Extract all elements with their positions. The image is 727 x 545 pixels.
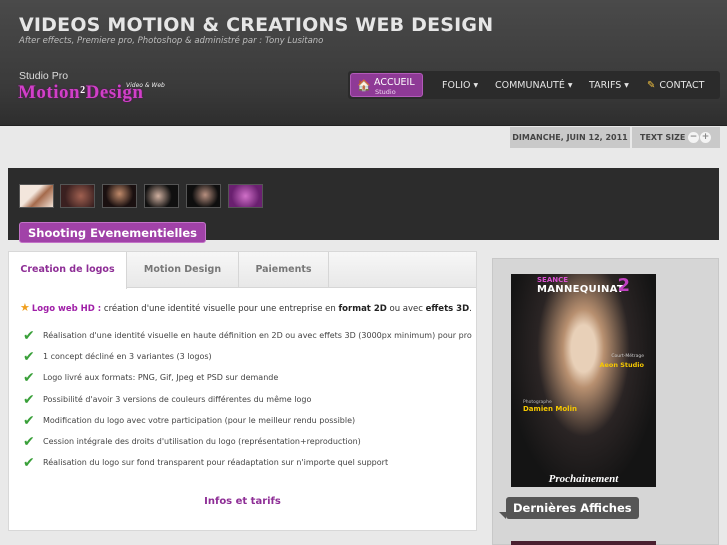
list-item: ✔ Logo livré aux formats: PNG, Gif, Jpeg … (23, 370, 279, 387)
feature-list: ✔ Réalisation d'une identité visuelle en … (23, 328, 473, 476)
nav-home-button[interactable]: 🏠 ACCUEIL Studio (350, 73, 423, 97)
text-size-control: TEXT SIZE − + (632, 127, 720, 148)
checkmark-icon: ✔ (23, 391, 35, 408)
poster-image[interactable]: SEANCE MANNEQUINAT 2 Court-Métrage Aeon … (511, 274, 656, 487)
next-poster-image[interactable] (511, 541, 656, 545)
tab-motion-design[interactable]: Motion Design (127, 252, 239, 288)
poster-seance: SEANCE (537, 276, 569, 284)
logo-studio-text: Studio Pro (19, 70, 69, 82)
tab-paiements[interactable]: Paiements (239, 252, 329, 288)
gallery-caption-badge: Shooting Evenementielles (19, 222, 207, 243)
caret-down-icon: ▼ (624, 82, 629, 89)
caret-down-icon: ▼ (473, 82, 479, 89)
photo-gallery: Shooting Evenementielles (8, 168, 719, 243)
list-item: ✔ 1 concept décliné en 3 variantes (3 log… (23, 349, 212, 366)
nav-item-contact[interactable]: ✎ CONTACT (647, 80, 704, 91)
intro-text: ★ Logo web HD : création d'une identité v… (20, 301, 472, 314)
site-subtitle: After effects, Premiere pro, Photoshop &… (19, 36, 324, 46)
list-item: ✔ Cession intégrale des droits d'utilisat… (23, 433, 361, 450)
logo-tagline: Video & Web (126, 82, 165, 89)
nav-item-communaute[interactable]: COMMUNAUTÉ ▼ (495, 80, 572, 91)
nav-item-tarifs[interactable]: TARIFS ▼ (589, 80, 629, 91)
caret-down-icon: ▼ (567, 82, 573, 89)
gallery-thumbnail[interactable] (60, 184, 95, 208)
current-date: DIMANCHE, JUIN 12, 2011 (510, 127, 630, 148)
text-size-label: TEXT SIZE (640, 133, 686, 142)
list-item: ✔ Réalisation du logo sur fond transparen… (23, 455, 389, 472)
text-size-increase-button[interactable]: + (700, 132, 711, 143)
sidebar-posters: SEANCE MANNEQUINAT 2 Court-Métrage Aeon … (492, 258, 719, 545)
checkmark-icon: ✔ (23, 455, 35, 472)
date-bar: DIMANCHE, JUIN 12, 2011 TEXT SIZE − + (0, 127, 727, 167)
poster-studio: Aeon Studio (599, 361, 644, 369)
checkmark-icon: ✔ (23, 370, 35, 387)
badge-pointer (499, 512, 506, 519)
poster-photographer: Damien Molin (523, 405, 577, 413)
gallery-thumbnail[interactable] (102, 184, 137, 208)
nav-item-folio[interactable]: FOLIO ▼ (442, 80, 478, 91)
checkmark-icon: ✔ (23, 349, 35, 366)
site-title[interactable]: VIDEOS MOTION & CREATIONS WEB DESIGN (19, 14, 493, 36)
poster-number: 2 (617, 275, 630, 296)
list-item: ✔ Réalisation d'une identité visuelle en … (23, 328, 472, 344)
main-nav: 🏠 ACCUEIL Studio FOLIO ▼ COMMUNAUTÉ ▼ TARI… (348, 71, 720, 99)
poster-court-metrage: Court-Métrage (611, 354, 644, 359)
list-item: ✔ Modification du logo avec votre partici… (23, 412, 356, 429)
nav-home-label: ACCUEIL (374, 77, 415, 88)
site-header: VIDEOS MOTION & CREATIONS WEB DESIGN Aft… (0, 0, 727, 126)
list-item: ✔ Possibilité d'avoir 3 versions de coule… (23, 391, 312, 408)
site-logo[interactable]: Studio Pro Motion2Design Video & Web (18, 70, 168, 106)
gallery-thumbnail[interactable] (186, 184, 221, 208)
gallery-thumbnail[interactable] (228, 184, 263, 208)
checkmark-icon: ✔ (23, 412, 35, 429)
nav-home-sublabel: Studio (375, 88, 396, 96)
infos-tarifs-link[interactable]: Infos et tarifs (9, 496, 476, 507)
tab-creation-de-logos[interactable]: Creation de logos (9, 252, 127, 289)
dernieres-affiches-badge: Dernières Affiches (506, 497, 639, 519)
text-size-decrease-button[interactable]: − (688, 132, 699, 143)
logo-brand: Motion2Design (18, 82, 144, 103)
tabbed-content-panel: Creation de logos Motion Design Paiement… (8, 251, 477, 531)
poster-title: MANNEQUINAT (537, 284, 625, 295)
gallery-thumbnail[interactable] (19, 184, 54, 208)
pencil-icon: ✎ (647, 80, 656, 91)
checkmark-icon: ✔ (23, 328, 35, 344)
gallery-thumbnail[interactable] (144, 184, 179, 208)
checkmark-icon: ✔ (23, 433, 35, 450)
poster-footer: Prochainement (548, 473, 619, 485)
tab-bar: Creation de logos Motion Design Paiement… (9, 252, 476, 289)
star-icon: ★ (20, 301, 30, 314)
house-icon: 🏠 (357, 79, 371, 92)
